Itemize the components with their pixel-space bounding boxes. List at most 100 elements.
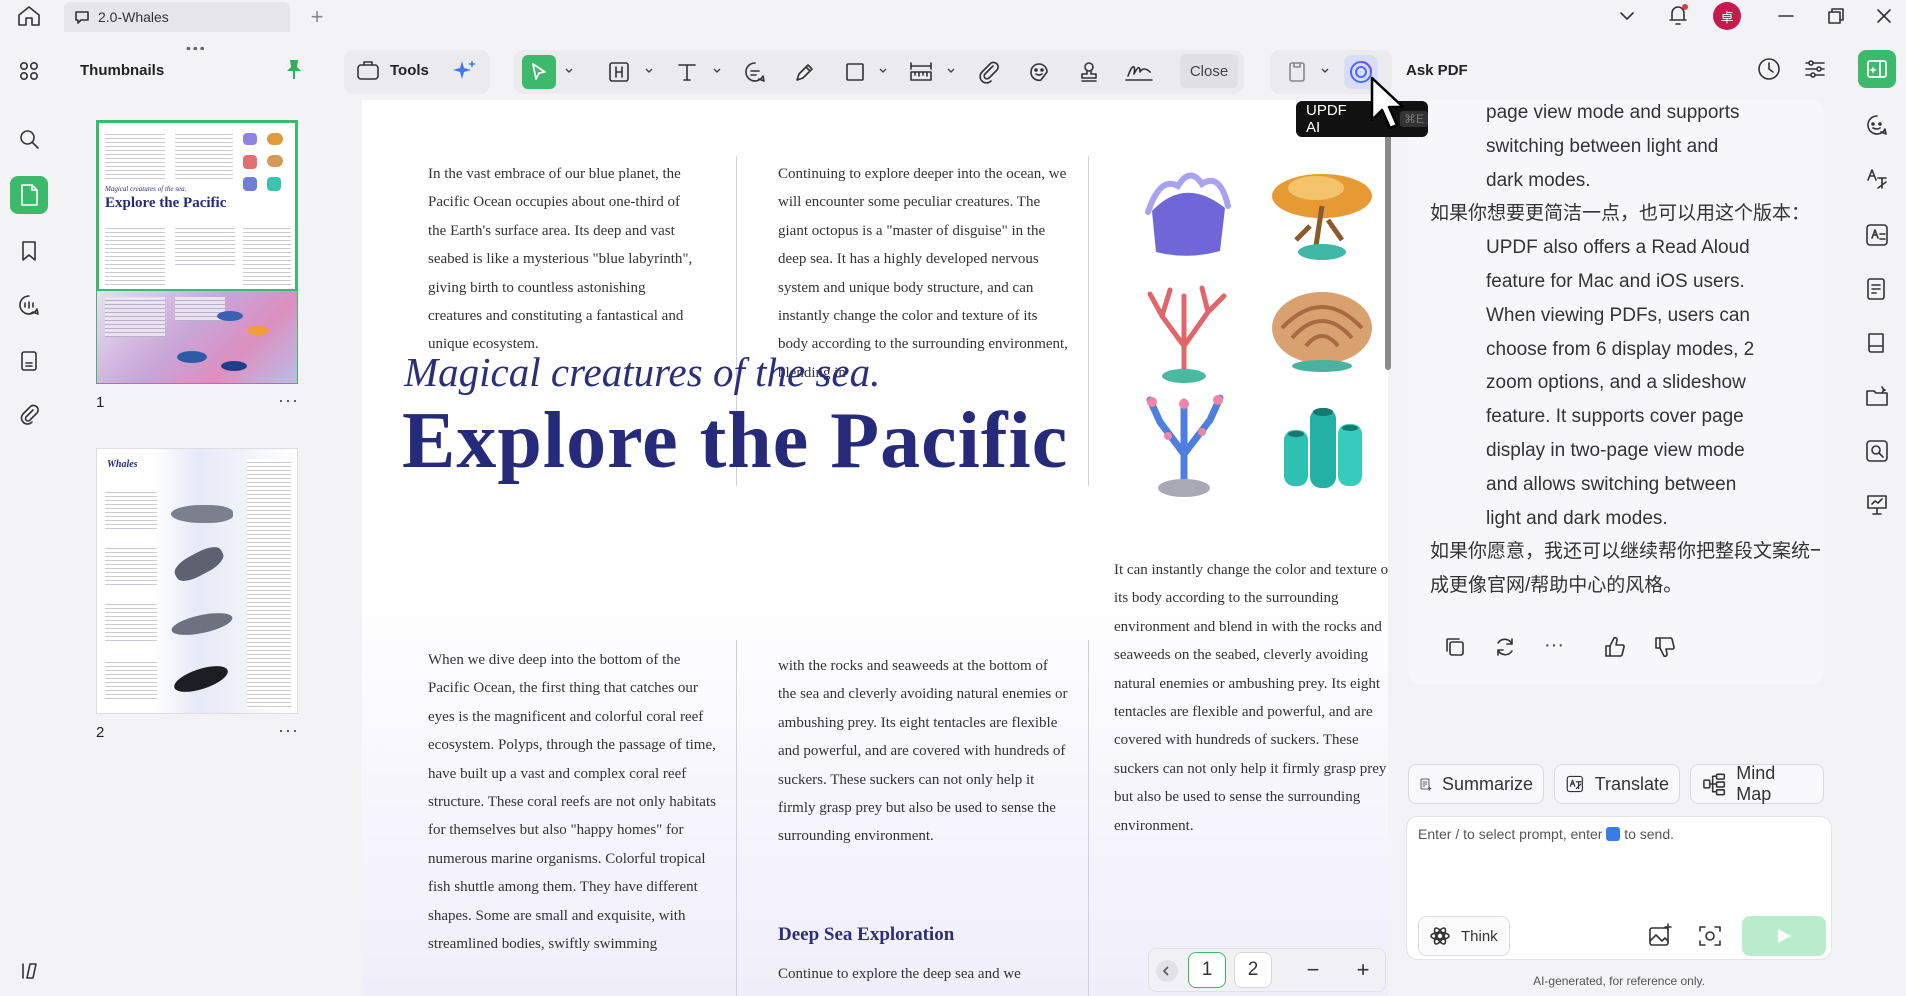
chevron-down-icon[interactable] — [878, 66, 888, 76]
measure-tool-button[interactable] — [904, 55, 938, 89]
ai-response-text: page view mode and supports switching bet… — [1430, 100, 1820, 610]
ai-response-line: dark modes. — [1486, 169, 1591, 191]
chevron-down-icon[interactable] — [946, 66, 956, 76]
thumbnail-page-2[interactable]: Whales — [96, 448, 298, 714]
document-scrollbar[interactable] — [1385, 100, 1391, 370]
thumbnail-2-title: Whales — [107, 459, 138, 470]
tools-button[interactable]: Tools — [390, 62, 429, 79]
text-tool-button[interactable] — [670, 55, 704, 89]
ai-response-line: page view mode and supports — [1486, 102, 1740, 123]
chevron-down-icon[interactable] — [1616, 6, 1638, 26]
mind-map-button[interactable]: Mind Map — [1690, 763, 1824, 804]
bookmark-icon[interactable] — [10, 232, 48, 270]
close-window-icon[interactable] — [1872, 4, 1896, 28]
section-heading: Deep Sea Exploration — [778, 924, 955, 945]
search-icon[interactable] — [10, 120, 48, 158]
send-button[interactable] — [1742, 916, 1826, 956]
ai-disclaimer: AI-generated, for reference only. — [1533, 974, 1705, 988]
presentation-icon[interactable] — [1858, 486, 1896, 524]
search-document-icon[interactable] — [1858, 432, 1896, 470]
chevron-down-icon[interactable] — [644, 66, 654, 76]
more-options-icon[interactable]: ··· — [278, 390, 299, 411]
ai-response-line: and allows switching between — [1486, 473, 1737, 495]
page-2-button[interactable]: 2 — [1234, 952, 1272, 988]
signature-tool-button[interactable] — [1122, 55, 1156, 89]
regenerate-icon[interactable] — [1492, 634, 1518, 660]
updf-ai-tooltip: UPDF AI ⌘E — [1296, 101, 1428, 137]
paperclip-icon[interactable] — [10, 396, 48, 434]
document-tab[interactable]: 2.0-Whales — [64, 2, 290, 32]
summarize-button[interactable]: Summarize — [1408, 764, 1544, 804]
thumbs-up-icon[interactable] — [1602, 634, 1628, 660]
ai-response-line: switching between light and — [1486, 135, 1719, 157]
shape-tool-button[interactable] — [838, 55, 872, 89]
teal-tube-coral-image — [1284, 408, 1362, 488]
close-tools-button[interactable]: Close — [1180, 54, 1238, 88]
more-options-icon[interactable]: ··· — [278, 720, 299, 741]
copy-icon[interactable] — [1442, 634, 1468, 660]
attachments-page-icon[interactable] — [10, 342, 48, 380]
screenshot-icon[interactable] — [1696, 922, 1724, 950]
page-1-button[interactable]: 1 — [1188, 952, 1226, 988]
section-text: Continue to explore the deep sea and we — [778, 966, 1021, 982]
body-text-col2-bottom: with the rocks and seaweeds at the botto… — [778, 658, 1068, 845]
ai-response-line: 如果你想要更简洁一点，也可以用这个版本： — [1430, 203, 1811, 225]
mind-map-label: Mind Map — [1736, 763, 1776, 804]
ai-response-line: display in two-page view mode — [1486, 439, 1745, 461]
thumbnails-icon[interactable] — [10, 176, 48, 214]
ai-response-line: 成更像官网/帮助中心的风格。 — [1430, 575, 1683, 597]
ai-chat-icon[interactable] — [1858, 106, 1896, 144]
chevron-down-icon[interactable] — [712, 66, 722, 76]
chevron-down-icon[interactable] — [564, 66, 574, 76]
avatar[interactable]: 卓 — [1713, 2, 1741, 30]
add-image-icon[interactable] — [1646, 922, 1674, 950]
restore-icon[interactable] — [1824, 4, 1848, 28]
ai-sparkle-icon[interactable] — [452, 58, 478, 84]
attach-tool-button[interactable] — [972, 55, 1006, 89]
folder-ai-icon[interactable] — [1858, 378, 1896, 416]
history-icon[interactable] — [1756, 56, 1782, 82]
translate-icon[interactable] — [1858, 160, 1896, 198]
select-tool-button[interactable] — [522, 55, 556, 89]
toolbox-icon[interactable] — [356, 59, 380, 81]
sticker-tool-button[interactable] — [1022, 55, 1056, 89]
body-text-col1-bottom: When we dive deep into the bottom of the… — [428, 652, 716, 953]
mouse-cursor-icon — [1368, 76, 1408, 132]
ask-pdf-panel-icon[interactable] — [1858, 50, 1896, 88]
stamp-tool-button[interactable] — [1072, 55, 1106, 89]
comment-tool-button[interactable] — [738, 55, 772, 89]
ai-response-line: feature for Mac and iOS users. — [1486, 270, 1745, 292]
zoom-out-button[interactable]: − — [1294, 952, 1332, 988]
minimize-icon[interactable] — [1774, 4, 1798, 28]
summary-icon[interactable] — [1858, 270, 1896, 308]
thumbnail-page-number: 1 — [96, 394, 105, 411]
thumbnail-1-subtitle: Magical creatures of the sea. — [105, 185, 187, 193]
settings-sliders-icon[interactable] — [1802, 56, 1828, 82]
more-icon[interactable]: ··· — [1544, 634, 1564, 657]
zoom-in-button[interactable]: + — [1344, 952, 1382, 988]
save-icon[interactable] — [1280, 55, 1314, 89]
page-subtitle: Magical creatures of the sea. — [404, 349, 881, 395]
summarize-label: Summarize — [1441, 773, 1533, 794]
notification-icon[interactable] — [1666, 2, 1690, 28]
chevron-left-icon[interactable] — [1156, 960, 1178, 982]
text-box-tool-button[interactable] — [602, 55, 636, 89]
pen-tool-button[interactable] — [788, 55, 822, 89]
chevron-down-icon[interactable] — [1320, 66, 1330, 76]
thumbnail-page-1[interactable]: Magical creatures of the sea. Explore th… — [96, 120, 298, 384]
ai-response-line: UPDF also offers a Read Aloud — [1486, 237, 1750, 259]
ai-response-line: light and dark modes. — [1486, 507, 1668, 529]
home-icon[interactable] — [16, 4, 42, 28]
apps-icon[interactable] — [10, 52, 48, 90]
thumbs-down-icon[interactable] — [1652, 634, 1678, 660]
sidebar-toggle-icon[interactable] — [10, 952, 48, 990]
tab-title: 2.0-Whales — [98, 9, 169, 25]
translate-button[interactable]: Translate — [1554, 764, 1680, 804]
page-title: Explore the Pacific — [402, 397, 1069, 485]
pin-icon[interactable] — [284, 58, 304, 80]
ocr-text-icon[interactable] — [1858, 216, 1896, 254]
new-tab-button[interactable]: + — [304, 4, 330, 30]
think-toggle[interactable]: Think — [1418, 916, 1510, 956]
book-icon[interactable] — [1858, 324, 1896, 362]
comments-icon[interactable] — [10, 286, 48, 324]
